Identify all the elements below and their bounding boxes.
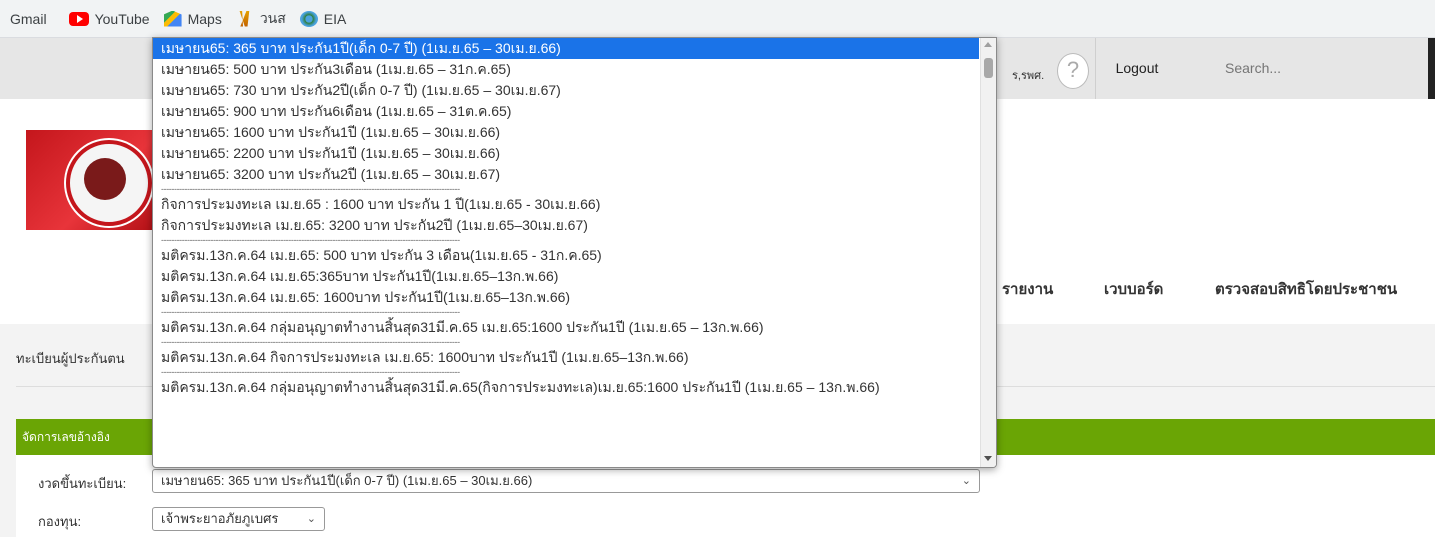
chevron-down-icon: ⌄ bbox=[961, 475, 971, 487]
dropdown-separator: ----------------------------------------… bbox=[161, 185, 460, 194]
bookmark-youtube[interactable]: YouTube bbox=[63, 5, 156, 33]
dropdown-option[interactable]: เมษายน65: 900 บาท ประกัน6เดือน (1เม.ย.65… bbox=[153, 101, 979, 122]
dropdown-separator: ----------------------------------------… bbox=[161, 308, 460, 317]
bookmark-label: Maps bbox=[187, 10, 222, 27]
scroll-down-icon[interactable] bbox=[984, 456, 992, 461]
user-info: ร,รพศ. bbox=[1012, 70, 1045, 82]
logout-button[interactable]: Logout bbox=[1095, 38, 1179, 99]
search-input[interactable] bbox=[1178, 38, 1428, 99]
dropdown-option[interactable]: เมษายน65: 2200 บาท ประกัน1ปี (1เม.ย.65 –… bbox=[153, 143, 979, 164]
dropdown-option[interactable]: เมษายน65: 730 บาท ประกัน2ปี(เด็ก 0-7 ปี)… bbox=[153, 80, 979, 101]
dropdown-option[interactable]: มติครม.13ก.ค.64 กลุ่มอนุญาตทำงานสิ้นสุด3… bbox=[153, 377, 979, 398]
period-dropdown-list[interactable]: เมษายน65: 365 บาท ประกัน1ปี(เด็ก 0-7 ปี)… bbox=[152, 37, 997, 468]
bookmarks-bar: Gmail YouTube Maps วนส EIA bbox=[0, 0, 1435, 38]
bookmark-label: วนส bbox=[259, 9, 286, 26]
dropdown-option[interactable]: มติครม.13ก.ค.64 เม.ย.65: 1600บาท ประกัน1… bbox=[153, 287, 979, 308]
nav-report[interactable]: รายงาน bbox=[1002, 277, 1053, 301]
period-select[interactable]: เมษายน65: 365 บาท ประกัน1ปี(เด็ก 0-7 ปี)… bbox=[152, 469, 980, 493]
nav-check-rights[interactable]: ตรวจสอบสิทธิโดยประชาชน bbox=[1215, 277, 1397, 301]
dropdown-option[interactable]: เมษายน65: 365 บาท ประกัน1ปี(เด็ก 0-7 ปี)… bbox=[153, 38, 979, 59]
dropdown-separator: ----------------------------------------… bbox=[161, 368, 460, 377]
bookmark-gmail[interactable]: Gmail bbox=[4, 5, 53, 33]
breadcrumb: ทะเบียนผู้ประกันตน bbox=[16, 351, 125, 366]
eia-icon bbox=[299, 10, 318, 27]
avatar-icon[interactable]: ? bbox=[1057, 53, 1089, 89]
fund-select[interactable]: เจ้าพระยาอภัยภูเบศร ⌄ bbox=[152, 507, 325, 531]
dropdown-option[interactable]: กิจการประมงทะเล เม.ย.65 : 1600 บาท ประกั… bbox=[153, 194, 979, 215]
fund-select-value: เจ้าพระยาอภัยภูเบศร bbox=[161, 511, 279, 526]
period-label: งวดขึ้นทะเบียน: bbox=[38, 476, 127, 491]
nav-webboard[interactable]: เวบบอร์ด bbox=[1104, 277, 1163, 301]
period-select-value: เมษายน65: 365 บาท ประกัน1ปี(เด็ก 0-7 ปี)… bbox=[161, 473, 533, 488]
header-edge bbox=[1428, 38, 1435, 99]
chevron-down-icon: ⌄ bbox=[306, 513, 316, 525]
emblem-icon bbox=[66, 140, 152, 226]
maps-icon bbox=[163, 10, 182, 27]
bookmark-wns[interactable]: วนส bbox=[230, 5, 292, 33]
bookmark-eia[interactable]: EIA bbox=[294, 5, 353, 33]
bookmark-maps[interactable]: Maps bbox=[158, 5, 228, 33]
dropdown-option[interactable]: กิจการประมงทะเล เม.ย.65: 3200 บาท ประกัน… bbox=[153, 215, 979, 236]
dropdown-separator: ----------------------------------------… bbox=[161, 338, 460, 347]
dropdown-option[interactable]: มติครม.13ก.ค.64 เม.ย.65: 500 บาท ประกัน … bbox=[153, 245, 979, 266]
dropdown-option[interactable]: มติครม.13ก.ค.64 เม.ย.65:365บาท ประกัน1ปี… bbox=[153, 266, 979, 287]
dropdown-option[interactable]: เมษายน65: 3200 บาท ประกัน2ปี (1เม.ย.65 –… bbox=[153, 164, 979, 185]
dropdown-option[interactable]: เมษายน65: 500 บาท ประกัน3เดือน (1เม.ย.65… bbox=[153, 59, 979, 80]
dropdown-option[interactable]: มติครม.13ก.ค.64 กิจการประมงทะเล เม.ย.65:… bbox=[153, 347, 979, 368]
bookmark-label: YouTube bbox=[94, 10, 150, 27]
bookmark-label: Gmail bbox=[10, 10, 47, 27]
fund-label: กองทุน: bbox=[38, 514, 82, 529]
dropdown-scrollbar[interactable] bbox=[980, 38, 996, 467]
youtube-icon bbox=[68, 11, 89, 26]
section-title: จัดการเลขอ้างอิง bbox=[22, 430, 110, 444]
scroll-thumb[interactable] bbox=[984, 58, 993, 78]
dropdown-option[interactable]: มติครม.13ก.ค.64 กลุ่มอนุญาตทำงานสิ้นสุด3… bbox=[153, 317, 979, 338]
dropdown-option[interactable]: เมษายน65: 1600 บาท ประกัน1ปี (1เม.ย.65 –… bbox=[153, 122, 979, 143]
scroll-up-icon[interactable] bbox=[984, 42, 992, 47]
dropdown-separator: ----------------------------------------… bbox=[161, 236, 460, 245]
wns-icon bbox=[239, 10, 250, 27]
dropdown-options: เมษายน65: 365 บาท ประกัน1ปี(เด็ก 0-7 ปี)… bbox=[153, 38, 979, 398]
ministry-logo bbox=[26, 130, 152, 230]
bookmark-label: EIA bbox=[323, 10, 347, 27]
